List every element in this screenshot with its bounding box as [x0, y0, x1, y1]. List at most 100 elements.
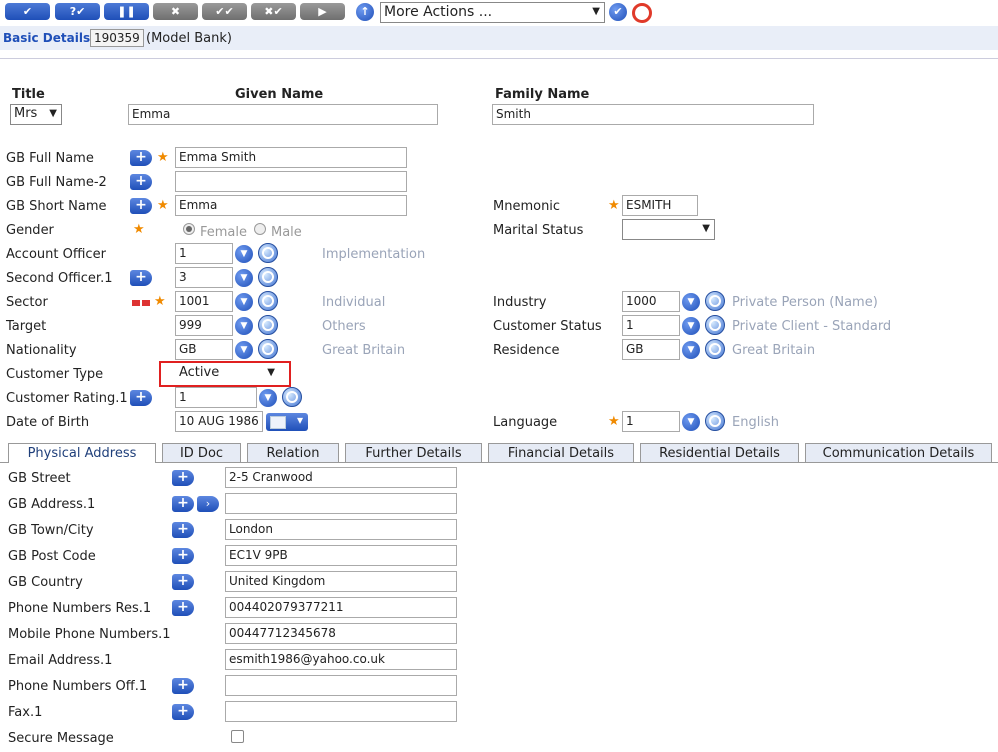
customer-status-label: Customer Status	[493, 319, 602, 334]
expand-plus-icon[interactable]: +	[172, 704, 194, 720]
record-id: 190359	[90, 29, 144, 47]
nationality-input[interactable]: GB	[175, 339, 233, 360]
dropdown-icon[interactable]: ▼	[235, 293, 253, 311]
expand-plus-icon[interactable]: +	[130, 270, 152, 286]
search-icon[interactable]	[705, 339, 725, 359]
tab-physical-address[interactable]: Physical Address	[8, 443, 156, 463]
validate-button[interactable]: ?✔	[55, 3, 100, 20]
search-icon[interactable]	[258, 339, 278, 359]
expand-plus-icon[interactable]: +	[130, 390, 152, 406]
flag-icon	[132, 300, 140, 306]
search-icon[interactable]	[705, 291, 725, 311]
gb-post-code-input[interactable]: EC1V 9PB	[225, 545, 457, 566]
up-arrow-icon[interactable]: ↑	[356, 3, 374, 21]
mandatory-star-icon: ★	[157, 198, 169, 213]
gb-full-name-label: GB Full Name	[6, 151, 94, 166]
customer-status-input[interactable]: 1	[622, 315, 680, 336]
search-icon[interactable]	[258, 267, 278, 287]
lifebuoy-icon[interactable]	[632, 3, 652, 23]
gb-town-input[interactable]: London	[225, 519, 457, 540]
tab-further-details[interactable]: Further Details	[345, 443, 482, 462]
dropdown-icon[interactable]: ▼	[682, 413, 700, 431]
reverse-button[interactable]: ✖✔	[251, 3, 296, 20]
search-icon[interactable]	[258, 291, 278, 311]
marital-status-select[interactable]: ▼	[622, 219, 715, 240]
search-icon[interactable]	[282, 387, 302, 407]
residence-enrichment: Great Britain	[732, 343, 816, 358]
gb-town-label: GB Town/City	[8, 523, 94, 538]
search-icon[interactable]	[258, 243, 278, 263]
second-officer-input[interactable]: 3	[175, 267, 233, 288]
expand-plus-icon[interactable]: +	[172, 548, 194, 564]
expand-plus-icon[interactable]: +	[130, 174, 152, 190]
gb-address-input[interactable]	[225, 493, 457, 514]
mnemonic-input[interactable]: ESMITH	[622, 195, 698, 216]
search-icon[interactable]	[705, 315, 725, 335]
next-button[interactable]: ▶	[300, 3, 345, 20]
customer-rating-label: Customer Rating.1	[6, 391, 128, 406]
female-radio[interactable]	[183, 223, 195, 235]
tab-id-doc[interactable]: ID Doc	[162, 443, 241, 462]
expand-plus-icon[interactable]: +	[130, 150, 152, 166]
dropdown-icon[interactable]: ▼	[235, 245, 253, 263]
given-name-input[interactable]: Emma	[128, 104, 438, 125]
gb-country-input[interactable]: United Kingdom	[225, 571, 457, 592]
email-input[interactable]: esmith1986@yahoo.co.uk	[225, 649, 457, 670]
dropdown-icon[interactable]: ▼	[682, 341, 700, 359]
calendar-icon[interactable]	[266, 413, 308, 431]
expand-plus-icon[interactable]: +	[172, 678, 194, 694]
title-select[interactable]: Mrs ▼	[10, 104, 62, 125]
industry-label: Industry	[493, 295, 547, 310]
chevron-right-icon[interactable]: ›	[197, 496, 219, 512]
search-icon[interactable]	[705, 411, 725, 431]
second-officer-label: Second Officer.1	[6, 271, 113, 286]
mandatory-star-icon: ★	[133, 222, 145, 237]
phone-res-input[interactable]: 004402079377211	[225, 597, 457, 618]
gb-full-name2-input[interactable]	[175, 171, 407, 192]
tab-relation[interactable]: Relation	[247, 443, 339, 462]
mobile-phone-label: Mobile Phone Numbers.1	[8, 627, 171, 642]
customer-rating-input[interactable]: 1	[175, 387, 257, 408]
commit-button[interactable]: ✔	[5, 3, 50, 20]
tab-financial-details[interactable]: Financial Details	[488, 443, 634, 462]
expand-plus-icon[interactable]: +	[172, 470, 194, 486]
dob-input[interactable]: 10 AUG 1986	[175, 411, 263, 432]
tab-communication-details[interactable]: Communication Details	[805, 443, 992, 462]
phone-off-input[interactable]	[225, 675, 457, 696]
search-icon[interactable]	[258, 315, 278, 335]
language-input[interactable]: 1	[622, 411, 680, 432]
expand-plus-icon[interactable]: +	[172, 574, 194, 590]
gb-full-name-input[interactable]: Emma Smith	[175, 147, 407, 168]
family-name-input[interactable]: Smith	[492, 104, 814, 125]
dropdown-icon[interactable]: ▼	[235, 341, 253, 359]
target-label: Target	[6, 319, 47, 334]
male-radio[interactable]	[254, 223, 266, 235]
expand-plus-icon[interactable]: +	[172, 522, 194, 538]
delete-button[interactable]: ✖	[153, 3, 198, 20]
sector-input[interactable]: 1001	[175, 291, 233, 312]
dropdown-icon[interactable]: ▼	[259, 389, 277, 407]
mobile-phone-input[interactable]: 00447712345678	[225, 623, 457, 644]
authorise-button[interactable]: ✔✔	[202, 3, 247, 20]
dropdown-icon[interactable]: ▼	[235, 269, 253, 287]
gb-short-name-input[interactable]: Emma	[175, 195, 407, 216]
fax-input[interactable]	[225, 701, 457, 722]
page-title: Basic Details	[3, 31, 91, 45]
dropdown-icon[interactable]: ▼	[235, 317, 253, 335]
check-icon[interactable]: ✔	[609, 3, 627, 21]
dropdown-icon[interactable]: ▼	[682, 293, 700, 311]
expand-plus-icon[interactable]: +	[172, 600, 194, 616]
residence-input[interactable]: GB	[622, 339, 680, 360]
dropdown-icon[interactable]: ▼	[682, 317, 700, 335]
hold-button[interactable]: ❚❚	[104, 3, 149, 20]
more-actions-select[interactable]: More Actions ... ▼	[380, 2, 605, 23]
expand-plus-icon[interactable]: +	[130, 198, 152, 214]
account-officer-input[interactable]: 1	[175, 243, 233, 264]
target-input[interactable]: 999	[175, 315, 233, 336]
customer-type-select[interactable]: Active ▼	[176, 364, 279, 383]
gb-street-input[interactable]: 2-5 Cranwood	[225, 467, 457, 488]
tab-residential-details[interactable]: Residential Details	[640, 443, 799, 462]
industry-input[interactable]: 1000	[622, 291, 680, 312]
expand-plus-icon[interactable]: +	[172, 496, 194, 512]
secure-message-checkbox[interactable]	[231, 730, 244, 743]
